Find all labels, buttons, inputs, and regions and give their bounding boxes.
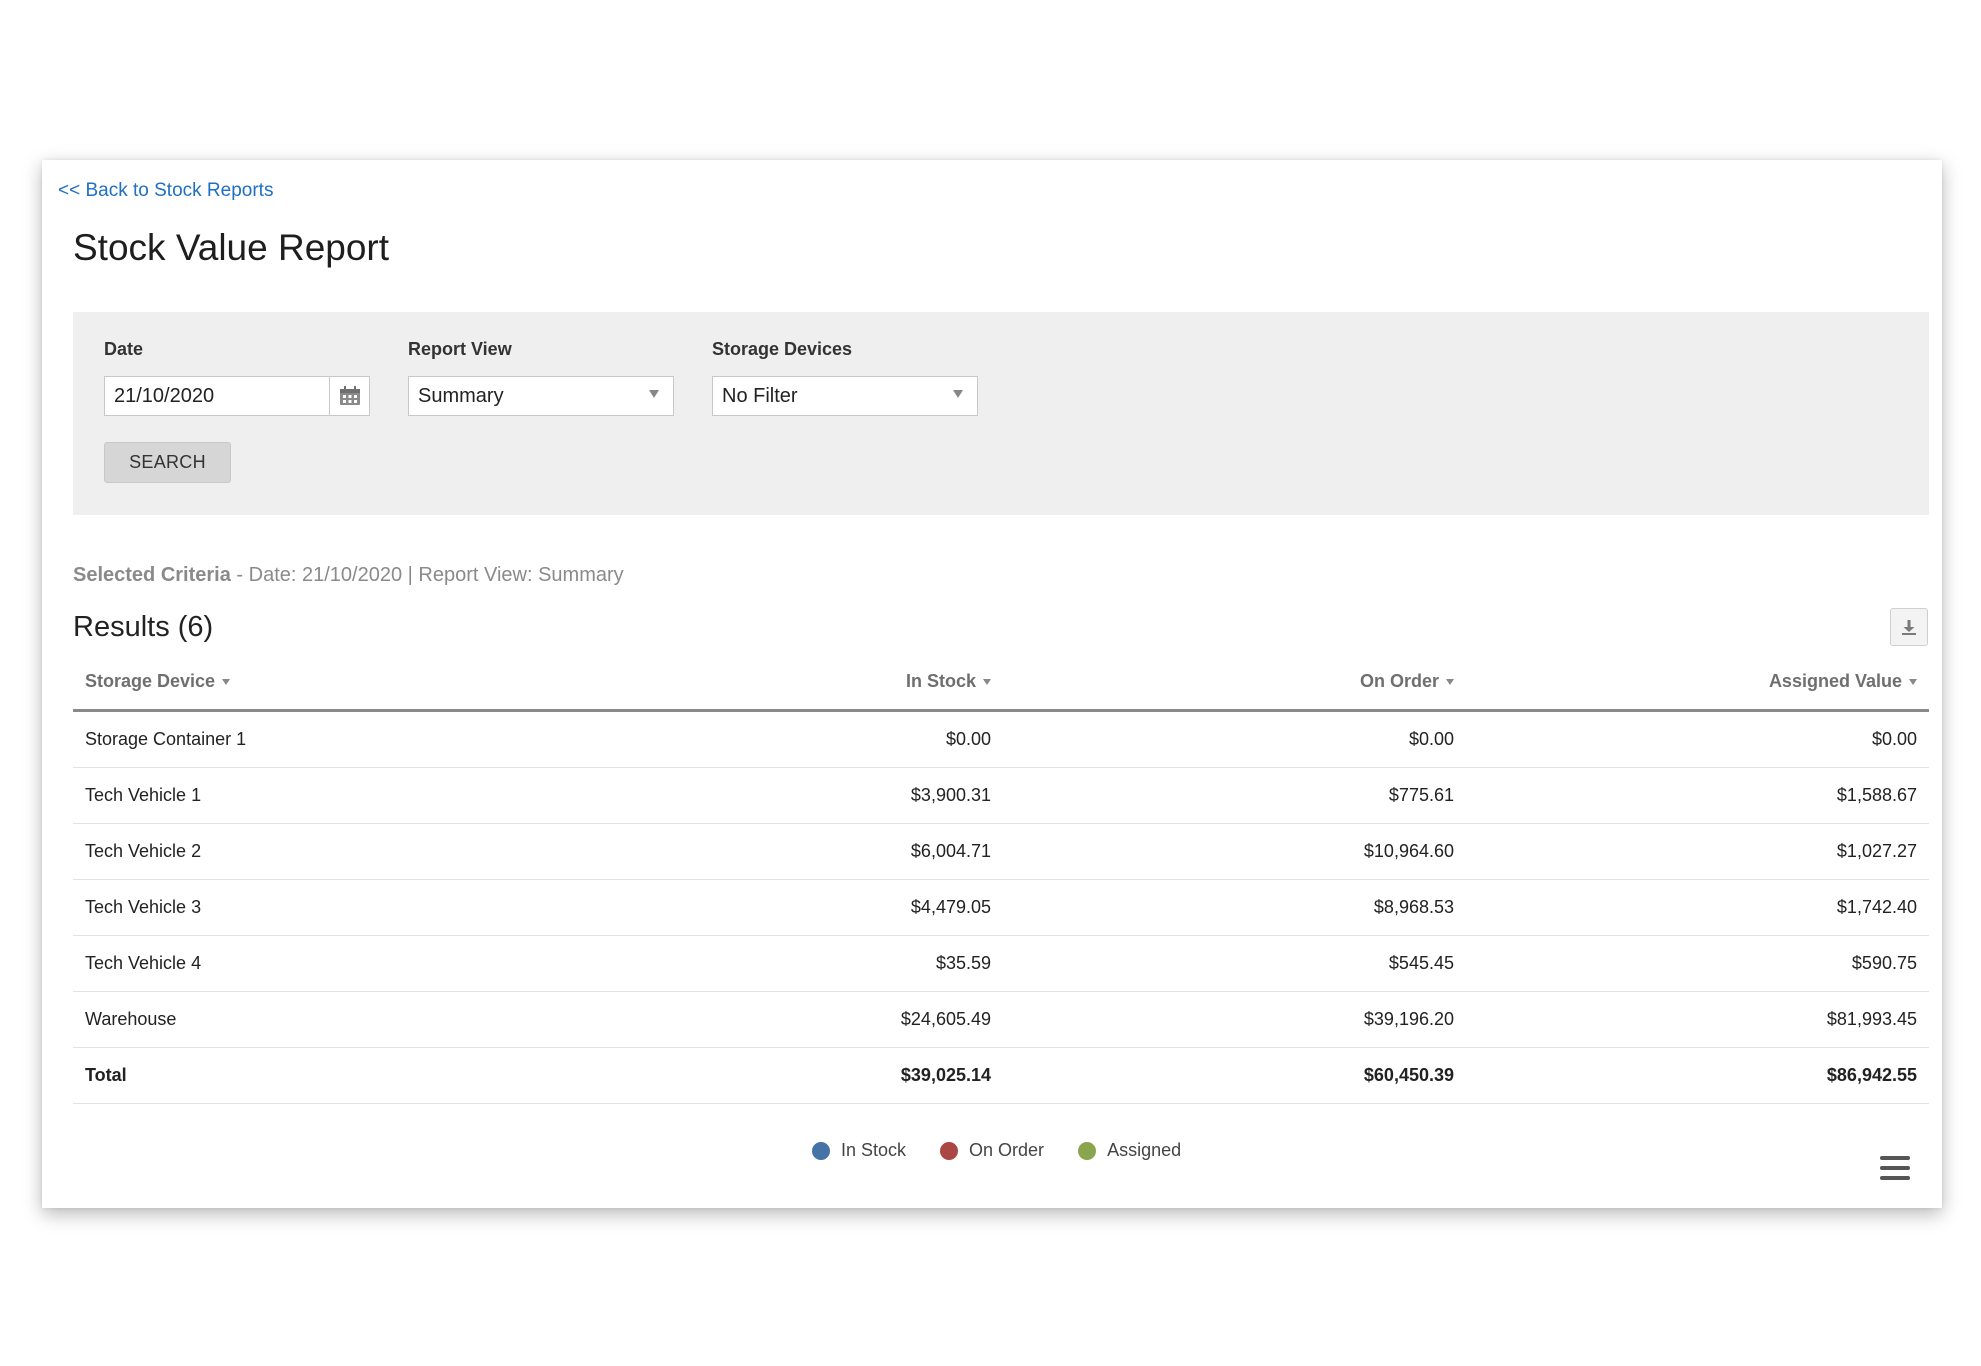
filter-panel: Date Report View Storage Devices 21/10/2… bbox=[73, 312, 1929, 515]
hamburger-menu-icon bbox=[1880, 1176, 1910, 1180]
cell-storage-device: Tech Vehicle 4 bbox=[73, 935, 543, 992]
report-view-label: Report View bbox=[408, 339, 512, 359]
cell-on-order: $0.00 bbox=[1003, 710, 1466, 768]
sort-caret-icon bbox=[222, 679, 231, 685]
calendar-button[interactable] bbox=[330, 376, 370, 416]
cell-total-on-order: $60,450.39 bbox=[1003, 1047, 1466, 1104]
cell-on-order: $10,964.60 bbox=[1003, 823, 1466, 880]
cell-assigned-value: $1,588.67 bbox=[1466, 767, 1929, 824]
cell-total-in-stock: $39,025.14 bbox=[543, 1047, 1003, 1104]
cell-storage-device: Storage Container 1 bbox=[73, 710, 543, 768]
cell-assigned-value: $1,027.27 bbox=[1466, 823, 1929, 880]
legend-dot-in-stock bbox=[812, 1141, 830, 1160]
storage-devices-selected: No Filter bbox=[722, 384, 798, 407]
cell-on-order: $39,196.20 bbox=[1003, 991, 1466, 1048]
chart-legend: In Stock On Order Assigned bbox=[812, 1140, 1181, 1161]
chevron-down-icon bbox=[649, 390, 659, 398]
cell-assigned-value: $1,742.40 bbox=[1466, 879, 1929, 936]
storage-devices-label: Storage Devices bbox=[712, 339, 853, 359]
calendar-icon bbox=[339, 386, 360, 405]
table-row: Tech Vehicle 1 $3,900.31 $775.61 $1,588.… bbox=[73, 767, 1929, 824]
table-row: Warehouse $24,605.49 $39,196.20 $81,993.… bbox=[73, 991, 1929, 1048]
results-table: Storage Device In Stock On Order Assigne… bbox=[73, 654, 1929, 1104]
column-header-label: Assigned Value bbox=[1768, 670, 1902, 691]
selected-criteria: Selected Criteria - Date: 21/10/2020 | R… bbox=[73, 564, 624, 587]
date-input[interactable] bbox=[104, 376, 330, 416]
cell-assigned-value: $0.00 bbox=[1466, 710, 1929, 768]
report-view-select[interactable]: Summary bbox=[408, 376, 674, 416]
download-icon bbox=[1902, 620, 1916, 635]
legend-item-assigned[interactable]: Assigned bbox=[1078, 1140, 1181, 1161]
selected-criteria-text: - Date: 21/10/2020 | Report View: Summar… bbox=[230, 564, 624, 586]
column-header-in-stock[interactable]: In Stock bbox=[543, 654, 1003, 712]
cell-storage-device: Tech Vehicle 2 bbox=[73, 823, 543, 880]
legend-label: Assigned bbox=[1107, 1140, 1182, 1160]
cell-in-stock: $24,605.49 bbox=[543, 991, 1003, 1048]
download-button[interactable] bbox=[1890, 608, 1928, 646]
hamburger-menu-icon bbox=[1880, 1156, 1910, 1160]
cell-in-stock: $6,004.71 bbox=[543, 823, 1003, 880]
storage-devices-select[interactable]: No Filter bbox=[712, 376, 978, 416]
sort-caret-icon bbox=[1909, 679, 1917, 685]
cell-in-stock: $4,479.05 bbox=[543, 879, 1003, 936]
cell-on-order: $775.61 bbox=[1003, 767, 1466, 824]
cell-in-stock: $3,900.31 bbox=[543, 767, 1003, 824]
legend-item-in-stock[interactable]: In Stock bbox=[812, 1140, 906, 1161]
column-header-label: In Stock bbox=[905, 670, 976, 691]
hamburger-menu-icon bbox=[1880, 1166, 1910, 1170]
cell-assigned-value: $590.75 bbox=[1466, 935, 1929, 992]
cell-on-order: $545.45 bbox=[1003, 935, 1466, 992]
legend-item-on-order[interactable]: On Order bbox=[940, 1140, 1044, 1161]
cell-storage-device: Warehouse bbox=[73, 991, 543, 1048]
table-row: Tech Vehicle 4 $35.59 $545.45 $590.75 bbox=[73, 935, 1929, 992]
results-title: Results (6) bbox=[73, 611, 214, 643]
chevron-down-icon bbox=[953, 390, 963, 398]
selected-criteria-label: Selected Criteria bbox=[73, 564, 231, 586]
cell-storage-device: Tech Vehicle 3 bbox=[73, 879, 543, 936]
column-header-storage-device[interactable]: Storage Device bbox=[73, 654, 543, 712]
table-row: Tech Vehicle 3 $4,479.05 $8,968.53 $1,74… bbox=[73, 879, 1929, 936]
date-picker bbox=[104, 376, 370, 416]
search-button[interactable]: SEARCH bbox=[104, 442, 231, 483]
column-header-assigned-value[interactable]: Assigned Value bbox=[1466, 654, 1929, 712]
sort-caret-icon bbox=[1446, 679, 1454, 685]
report-view-selected: Summary bbox=[418, 384, 504, 407]
column-header-label: On Order bbox=[1359, 670, 1439, 691]
cell-total-label: Total bbox=[73, 1047, 543, 1104]
chart-menu-button[interactable] bbox=[1880, 1156, 1910, 1180]
report-card: << Back to Stock Reports Stock Value Rep… bbox=[42, 160, 1942, 1208]
column-header-label: Storage Device bbox=[85, 670, 216, 691]
cell-in-stock: $35.59 bbox=[543, 935, 1003, 992]
table-row: Storage Container 1 $0.00 $0.00 $0.00 bbox=[73, 710, 1929, 768]
cell-storage-device: Tech Vehicle 1 bbox=[73, 767, 543, 824]
table-row: Tech Vehicle 2 $6,004.71 $10,964.60 $1,0… bbox=[73, 823, 1929, 880]
date-label: Date bbox=[104, 339, 144, 359]
back-to-stock-reports-link[interactable]: << Back to Stock Reports bbox=[58, 180, 273, 202]
cell-total-assigned-value: $86,942.55 bbox=[1466, 1047, 1929, 1104]
legend-dot-assigned bbox=[1078, 1141, 1097, 1160]
legend-dot-on-order bbox=[940, 1141, 959, 1160]
column-header-on-order[interactable]: On Order bbox=[1003, 654, 1466, 712]
page-title: Stock Value Report bbox=[73, 227, 390, 268]
cell-on-order: $8,968.53 bbox=[1003, 879, 1466, 936]
sort-caret-icon bbox=[983, 679, 991, 685]
legend-label: On Order bbox=[969, 1140, 1045, 1160]
legend-label: In Stock bbox=[841, 1140, 907, 1160]
cell-assigned-value: $81,993.45 bbox=[1466, 991, 1929, 1048]
table-total-row: Total $39,025.14 $60,450.39 $86,942.55 bbox=[73, 1047, 1929, 1104]
table-header-row: Storage Device In Stock On Order Assigne… bbox=[73, 654, 1929, 712]
cell-in-stock: $0.00 bbox=[543, 710, 1003, 768]
